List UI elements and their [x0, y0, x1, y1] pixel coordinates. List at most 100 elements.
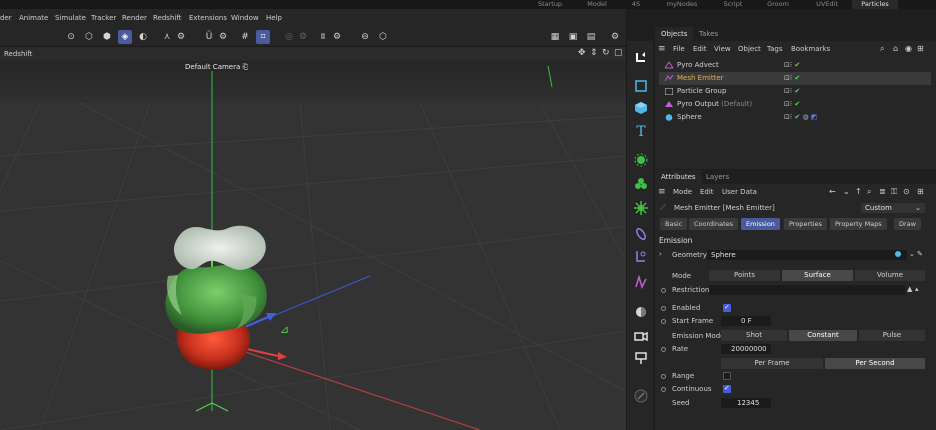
layout-tab-particles[interactable]: Particles — [852, 0, 898, 9]
chevron-right-icon[interactable]: › — [659, 250, 662, 258]
menu-item-render[interactable]: Render — [122, 9, 147, 27]
object-row-mesh-emitter[interactable]: Mesh Emitter ⊡⁝ ✔ — [659, 72, 931, 85]
hamburger-icon[interactable]: ≡ — [658, 42, 666, 56]
snap-settings-icon[interactable]: ⚙ — [216, 30, 230, 44]
model-mode-icon[interactable]: ⊙ — [64, 30, 78, 44]
rate-option-per-second[interactable]: Per Second — [825, 358, 925, 369]
deformer-icon[interactable] — [632, 199, 650, 217]
pan-icon[interactable]: ✥ — [578, 48, 586, 58]
new-window-icon[interactable]: ⊞ — [917, 42, 924, 56]
axis-settings-icon[interactable]: ⚙ — [174, 30, 188, 44]
points-mode-icon[interactable]: ⬡ — [82, 30, 96, 44]
layout-tab-mynodes[interactable]: myNodes — [660, 0, 704, 9]
preset-dropdown[interactable]: Custom ⌄ — [861, 203, 925, 213]
home-icon[interactable]: ⌂ — [893, 42, 898, 56]
menu-item-redshift[interactable]: Redshift — [153, 9, 181, 27]
butterfly-icon[interactable]: ʬ — [316, 30, 330, 44]
menu-item-extensions[interactable]: Extensions — [189, 9, 227, 27]
continuous-checkbox[interactable] — [723, 384, 731, 393]
particle-cloud[interactable] — [165, 225, 267, 370]
attributes-menu-user-data[interactable]: User Data — [722, 185, 757, 199]
menu-item-tracker[interactable]: Tracker — [91, 9, 116, 27]
menu-item-animate[interactable]: Animate — [19, 9, 48, 27]
field-icon[interactable] — [632, 247, 650, 265]
workplane-icon[interactable]: ⌗ — [256, 30, 270, 44]
object-row-pyro-output[interactable]: Pyro Output (Default) ⊡⁝ ✔ — [659, 98, 931, 111]
visibility-dots-icon[interactable]: ⊡⁝ — [784, 74, 792, 82]
filter-icon[interactable]: ≣ — [879, 185, 886, 199]
visibility-dots-icon[interactable]: ⊡⁝ — [784, 61, 792, 69]
menu-item-der[interactable]: der — [0, 9, 12, 27]
objects-menu-bookmarks[interactable]: Bookmarks — [791, 42, 830, 56]
grid-icon[interactable]: # — [238, 30, 252, 44]
layout-tab-script[interactable]: Script — [716, 0, 750, 9]
menu-item-help[interactable]: Help — [266, 9, 282, 27]
pin-icon[interactable]: ⊙ — [903, 185, 910, 199]
pen-tool-icon[interactable] — [632, 387, 650, 405]
lock-hex-icon[interactable]: ⬡ — [376, 30, 390, 44]
axis-icon[interactable]: ⋏ — [160, 30, 174, 44]
pick-icon[interactable]: ✎ — [917, 250, 923, 258]
emission-mode-option-constant[interactable]: Constant — [789, 330, 857, 341]
animate-dot-icon[interactable] — [661, 347, 666, 352]
new-window-icon[interactable]: ⊞ — [917, 185, 924, 199]
layout-tab-uvedit[interactable]: UVEdit — [808, 0, 846, 9]
geometry-link-field[interactable]: Sphere — [707, 250, 907, 260]
rate-field[interactable]: 20000000 — [721, 344, 771, 354]
animate-dot-icon[interactable] — [661, 288, 666, 293]
subtab-property-maps[interactable]: Property Maps — [830, 218, 887, 230]
light-icon[interactable] — [632, 303, 650, 321]
back-arrow-icon[interactable]: ← — [829, 185, 836, 199]
up-triangle-icon[interactable]: ▲ — [907, 285, 912, 293]
object-flags[interactable]: ⊡⁝ ✔ ◍ ◩ — [784, 111, 817, 124]
cloner-icon[interactable] — [632, 175, 650, 193]
enabled-check-icon[interactable]: ✔ — [794, 100, 800, 108]
up-arrow-icon[interactable]: ↑ — [855, 185, 862, 199]
render-region-icon[interactable]: ▦ — [548, 30, 562, 44]
camera-label[interactable]: Default Camera ⎗ — [185, 63, 248, 72]
start-frame-field[interactable]: 0 F — [721, 316, 771, 326]
subtab-draw[interactable]: Draw — [894, 218, 921, 230]
cube-outline-icon[interactable] — [632, 77, 650, 95]
viewport[interactable]: ⊿ Default Camera ⎗ — [0, 61, 626, 430]
objects-menu-file[interactable]: File — [673, 42, 685, 56]
move-tool-icon[interactable] — [632, 49, 650, 67]
layout-tab-model[interactable]: Model — [580, 0, 614, 9]
spline-icon[interactable] — [632, 225, 650, 243]
emission-mode-option-shot[interactable]: Shot — [721, 330, 787, 341]
enabled-checkbox[interactable] — [723, 303, 731, 312]
search-icon[interactable]: ⌕ — [880, 42, 884, 56]
animate-dot-icon[interactable] — [661, 374, 666, 379]
layout-tab-4s[interactable]: 4S — [626, 0, 646, 9]
edges-mode-icon[interactable]: ⬢ — [100, 30, 114, 44]
rotate-icon[interactable]: ↻ — [602, 48, 610, 58]
viewport-icon[interactable]: ⊖ — [358, 30, 372, 44]
objects-menu-tags[interactable]: Tags — [767, 42, 783, 56]
text-tool-icon[interactable]: T — [632, 123, 650, 141]
objects-menu-edit[interactable]: Edit — [693, 42, 707, 56]
render-settings-icon[interactable]: ⚙ — [608, 30, 622, 44]
object-flags[interactable]: ⊡⁝ ✔ — [784, 85, 800, 98]
maximize-icon[interactable]: ▢ — [614, 48, 623, 58]
material-tag-icon[interactable]: ◩ — [811, 113, 818, 121]
restriction-field[interactable] — [709, 285, 905, 295]
attributes-menu-mode[interactable]: Mode — [673, 185, 692, 199]
tab-objects[interactable]: Objects — [655, 27, 694, 41]
layout-tab-groom[interactable]: Groom — [760, 0, 796, 9]
enabled-check-icon[interactable]: ✔ — [794, 113, 800, 121]
tab-attributes[interactable]: Attributes — [655, 170, 702, 184]
enabled-check-icon[interactable]: ✔ — [794, 87, 800, 95]
object-row-pyro-advect[interactable]: Pyro Advect ⊡⁝ ✔ — [659, 59, 931, 72]
object-row-sphere[interactable]: Sphere ⊡⁝ ✔ ◍ ◩ — [659, 111, 931, 124]
rate-option-per-frame[interactable]: Per Frame — [721, 358, 823, 369]
chevron-down-icon[interactable]: ⌄ — [909, 250, 915, 258]
symmetry-icon[interactable]: ◎ — [282, 30, 296, 44]
emission-mode-option-pulse[interactable]: Pulse — [859, 330, 925, 341]
seed-field[interactable]: 12345 — [721, 398, 771, 408]
edit-icon[interactable]: ▴ — [915, 285, 919, 293]
lock-icon[interactable]: ⚿ — [891, 185, 897, 199]
render-view-icon[interactable]: ▣ — [566, 30, 580, 44]
generator-icon[interactable] — [632, 151, 650, 169]
object-flags[interactable]: ⊡⁝ ✔ — [784, 72, 800, 85]
search-icon[interactable]: ⌕ — [867, 185, 871, 199]
